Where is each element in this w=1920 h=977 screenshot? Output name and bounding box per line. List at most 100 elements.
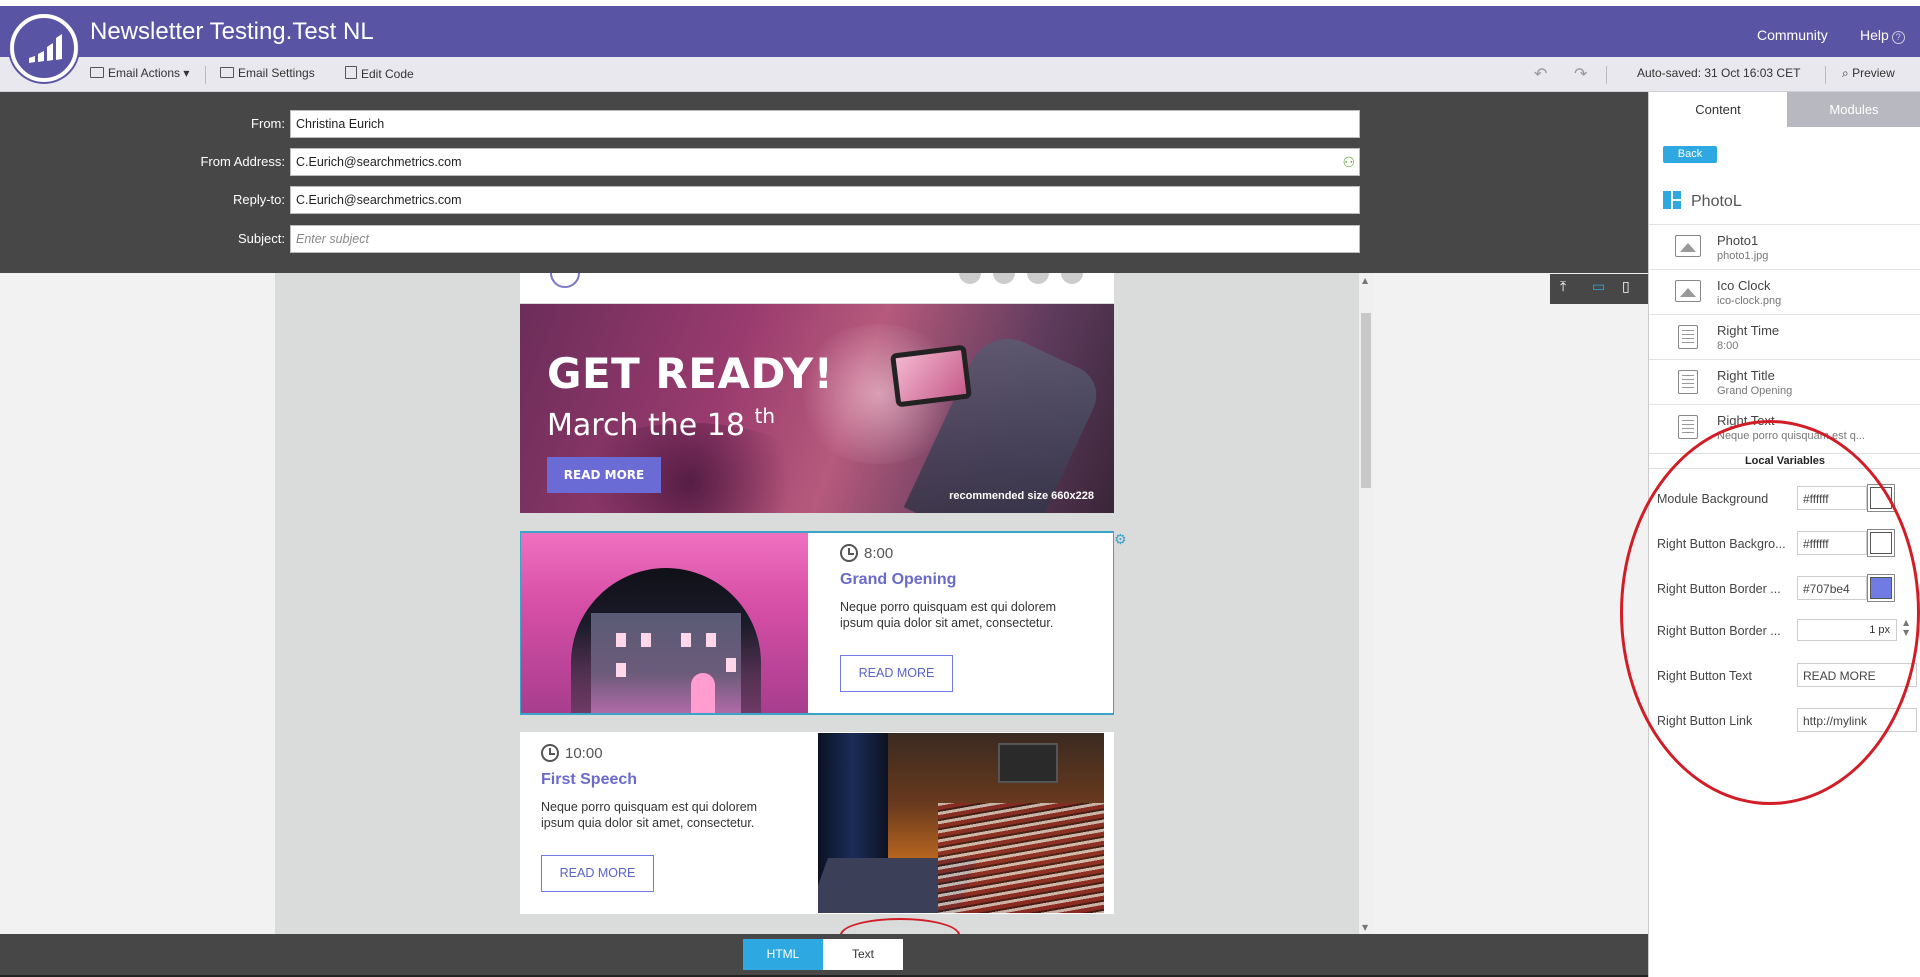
module1-time-text: 8:00	[864, 545, 894, 562]
help-link[interactable]: Help?	[1860, 27, 1905, 44]
tab-content[interactable]: Content	[1649, 92, 1787, 127]
email-header-strip	[520, 273, 1114, 303]
subject-field[interactable]: Enter subject	[290, 225, 1360, 253]
email-header-form: From: Christina Eurich From Address: C.E…	[0, 92, 1648, 273]
module2-read-more-button[interactable]: READ MORE	[541, 855, 654, 892]
canvas-scrollbar[interactable]: ▲ ▼	[1359, 273, 1373, 934]
reply-to-field[interactable]: C.Eurich@searchmetrics.com	[290, 186, 1360, 214]
mobile-view-icon[interactable]: ▯	[1622, 279, 1630, 295]
autosave-status: Auto-saved: 31 Oct 16:03 CET	[1637, 66, 1801, 80]
subject-label: Subject:	[238, 231, 285, 246]
scroll-up-icon[interactable]: ▲	[1362, 276, 1368, 285]
element-name: Right Time	[1717, 323, 1780, 338]
module2-text[interactable]: Neque porro quisquam est qui dolorem ips…	[541, 799, 781, 831]
toolbar-divider	[1606, 66, 1607, 84]
hero-phone-image	[889, 344, 973, 408]
tab-modules[interactable]: Modules	[1787, 92, 1920, 127]
toolbar-divider	[1825, 66, 1826, 84]
text-icon	[1678, 415, 1698, 439]
window	[641, 633, 651, 647]
text-tab[interactable]: Text	[823, 939, 903, 970]
email-actions-label: Email Actions	[108, 66, 181, 80]
marketo-logo[interactable]	[10, 14, 78, 82]
photo1-image[interactable]	[521, 533, 808, 713]
scroll-down-icon[interactable]: ▼	[1362, 923, 1368, 932]
desktop-view-icon[interactable]: ▭	[1592, 279, 1605, 295]
module2-title[interactable]: First Speech	[541, 771, 637, 789]
subject-row: Subject: Enter subject	[0, 225, 1648, 253]
email-actions-menu[interactable]: Email Actions ▾	[90, 66, 189, 80]
edit-code-button[interactable]: Edit Code	[345, 66, 414, 81]
text-icon	[1678, 325, 1698, 349]
preview-label: Preview	[1852, 66, 1895, 80]
from-label: From:	[251, 116, 285, 131]
text-icon	[1678, 370, 1698, 394]
hero-subheading: March the 18 th	[547, 404, 775, 443]
html-tab[interactable]: HTML	[743, 939, 823, 970]
edit-code-label: Edit Code	[361, 67, 414, 81]
preview-button[interactable]: ⌕ Preview	[1842, 66, 1895, 81]
module-heading: PhotoL	[1663, 191, 1742, 211]
undo-icon[interactable]: ↶	[1534, 64, 1547, 83]
help-label: Help	[1860, 27, 1889, 43]
module2-time[interactable]: 10:00	[541, 744, 603, 762]
building	[591, 613, 741, 713]
element-item-right-title[interactable]: Right Title Grand Opening	[1649, 359, 1920, 404]
redo-icon[interactable]: ↷	[1574, 64, 1587, 83]
from-address-value: C.Eurich@searchmetrics.com	[296, 155, 462, 169]
element-value: 8:00	[1717, 340, 1739, 352]
image-icon	[1675, 235, 1701, 257]
window	[726, 658, 736, 672]
image-icon	[1675, 280, 1701, 302]
social-icons-partial	[550, 273, 1083, 288]
device-toggle-bar: ⤒ ▭ ▯	[1550, 274, 1648, 304]
element-item-photo1[interactable]: Photo1 photo1.jpg	[1649, 224, 1920, 269]
toolbar-divider	[205, 66, 206, 84]
clock-icon	[840, 544, 858, 562]
verify-icon[interactable]: ⚇	[1342, 154, 1355, 171]
scroll-thumb[interactable]	[1361, 313, 1371, 488]
from-address-field[interactable]: C.Eurich@searchmetrics.com ⚇	[290, 148, 1360, 176]
email-body: GET READY! March the 18 th READ MORE rec…	[520, 273, 1114, 934]
from-row: From: Christina Eurich	[0, 110, 1648, 138]
community-link[interactable]: Community	[1757, 27, 1828, 43]
stage-screen	[998, 743, 1058, 783]
hero-heading: GET READY!	[547, 349, 834, 398]
collapse-header-icon[interactable]: ⤒	[1560, 279, 1566, 295]
hero-date: March the 18	[547, 408, 745, 443]
photo-right-module[interactable]: 10:00 First Speech Neque porro quisquam …	[520, 732, 1114, 914]
module1-read-more-button[interactable]: READ MORE	[840, 655, 953, 692]
annotation-circle-variables	[1620, 420, 1920, 805]
toolbar: Email Actions ▾ Email Settings Edit Code…	[0, 57, 1920, 92]
from-address-label: From Address:	[200, 154, 285, 169]
reply-to-row: Reply-to: C.Eurich@searchmetrics.com	[0, 186, 1648, 214]
element-value: photo1.jpg	[1717, 250, 1769, 262]
hero-read-more-button[interactable]: READ MORE	[547, 457, 661, 493]
module1-time[interactable]: 8:00	[840, 544, 893, 562]
logo-bars-icon	[29, 34, 62, 63]
window	[616, 633, 626, 647]
hero-banner[interactable]: GET READY! March the 18 th READ MORE rec…	[520, 304, 1114, 513]
caret-down-icon: ▾	[183, 66, 190, 80]
module-settings-gear-icon[interactable]: ⚙	[1114, 533, 1128, 547]
element-item-right-time[interactable]: Right Time 8:00	[1649, 314, 1920, 359]
from-field[interactable]: Christina Eurich	[290, 110, 1360, 138]
element-item-ico-clock[interactable]: Ico Clock ico-clock.png	[1649, 269, 1920, 314]
audience	[938, 803, 1104, 913]
back-button[interactable]: Back	[1663, 146, 1717, 163]
element-name: Photo1	[1717, 233, 1759, 248]
module1-text[interactable]: Neque porro quisquam est qui dolorem ips…	[840, 599, 1080, 631]
email-title: Newsletter Testing.Test NL	[90, 18, 374, 45]
email-settings-button[interactable]: Email Settings	[220, 66, 315, 80]
photo-left-module[interactable]: 8:00 Grand Opening Neque porro quisquam …	[520, 531, 1114, 715]
auditorium-image[interactable]	[818, 733, 1104, 913]
module-name-label: PhotoL	[1691, 193, 1742, 210]
top-bar: Newsletter Testing.Test NL Community Hel…	[0, 0, 1920, 57]
module-layout-icon	[1663, 191, 1681, 209]
email-canvas: GET READY! March the 18 th READ MORE rec…	[0, 273, 1648, 952]
email-settings-label: Email Settings	[238, 66, 315, 80]
window	[616, 663, 626, 677]
hero-date-suffix: th	[754, 404, 776, 428]
module1-title[interactable]: Grand Opening	[840, 571, 956, 589]
element-name: Ico Clock	[1717, 278, 1771, 293]
